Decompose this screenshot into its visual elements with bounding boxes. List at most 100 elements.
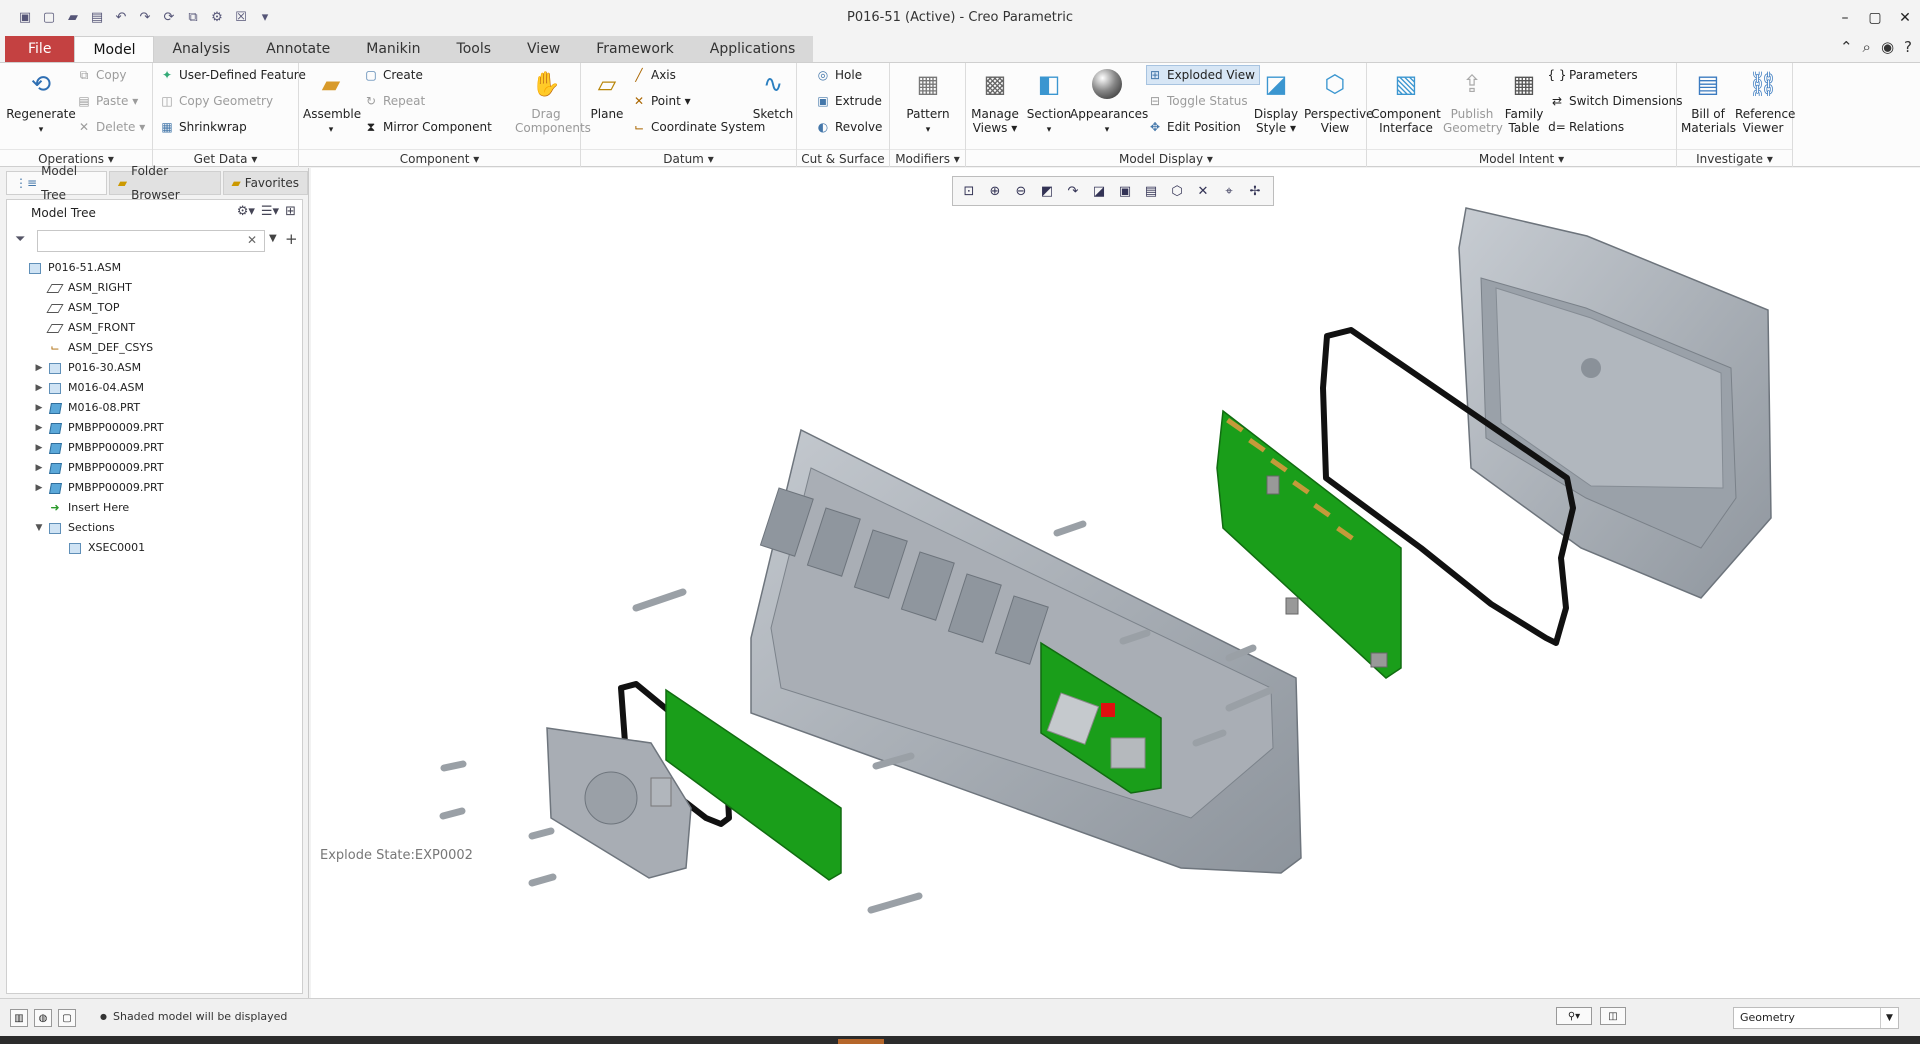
- customize-qat-icon[interactable]: ▾: [254, 7, 276, 29]
- tree-item[interactable]: ASM_TOP: [11, 298, 301, 318]
- coordinate-system-button[interactable]: ⌙ Coordinate System: [631, 117, 765, 137]
- paste-button[interactable]: ▤ Paste ▾: [76, 91, 138, 111]
- tree-item[interactable]: ASM_RIGHT: [11, 278, 301, 298]
- edit-position-button[interactable]: ✥ Edit Position: [1147, 117, 1241, 137]
- axis-button[interactable]: ╱ Axis: [631, 65, 676, 85]
- tab-view[interactable]: View: [509, 36, 579, 62]
- udf-button[interactable]: ✦ User-Defined Feature: [159, 65, 306, 85]
- tree-item[interactable]: ▶ M016-08.PRT: [11, 398, 301, 418]
- tree-settings-icon[interactable]: ⚙▾: [237, 204, 255, 219]
- expand-toggle-icon[interactable]: ▶: [31, 358, 47, 378]
- tab-tools[interactable]: Tools: [438, 36, 510, 62]
- help-icon[interactable]: ?: [1904, 38, 1912, 56]
- perspective-toolbar-icon[interactable]: ⬡: [1167, 181, 1187, 201]
- publish-geometry-button[interactable]: ⇪ Publish Geometry: [1443, 67, 1503, 135]
- tree-item[interactable]: P016-51.ASM: [11, 258, 301, 278]
- expand-toggle-icon[interactable]: ▶: [31, 438, 47, 458]
- section-button[interactable]: ◧ Section ▾: [1024, 67, 1074, 137]
- graphics-viewport[interactable]: ⊡ ⊕ ⊖ ◩ ↷ ◪ ▣ ▤ ⬡ ✕ ⌖ ✢ Explode State:EX…: [311, 168, 1920, 998]
- hole-button[interactable]: ◎ Hole: [815, 65, 862, 85]
- tab-applications[interactable]: Applications: [691, 36, 814, 62]
- tab-analysis[interactable]: Analysis: [154, 36, 249, 62]
- bill-of-materials-button[interactable]: ▤ Bill of Materials: [1681, 67, 1736, 135]
- expand-toggle-icon[interactable]: ▶: [31, 398, 47, 418]
- search-icon[interactable]: ⌕: [1863, 38, 1871, 56]
- tree-item[interactable]: ▶ PMBPP00009.PRT: [11, 478, 301, 498]
- tree-item[interactable]: ⌙ ASM_DEF_CSYS: [11, 338, 301, 358]
- clear-search-icon[interactable]: ✕: [247, 233, 257, 247]
- repaint-icon[interactable]: ◩: [1037, 181, 1057, 201]
- group-label-investigate[interactable]: Investigate ▾: [1677, 149, 1792, 167]
- housing-box[interactable]: [1458, 207, 1772, 599]
- tree-item[interactable]: ASM_FRONT: [11, 318, 301, 338]
- pcb-board-right[interactable]: [1216, 409, 1402, 679]
- group-label-datum[interactable]: Datum ▾: [581, 149, 796, 167]
- toggle-navigator-icon[interactable]: ▥: [10, 1009, 28, 1027]
- expand-toggle-icon[interactable]: ▶: [31, 458, 47, 478]
- tab-favorites[interactable]: ▰ Favorites: [222, 171, 308, 195]
- show-icon[interactable]: ☰▾: [261, 204, 279, 219]
- revolve-button[interactable]: ◐ Revolve: [815, 117, 883, 137]
- tree-item[interactable]: ▶ P016-30.ASM: [11, 358, 301, 378]
- group-label-component[interactable]: Component ▾: [299, 149, 580, 167]
- toggle-status-button[interactable]: ⊟ Toggle Status: [1147, 91, 1248, 111]
- zoom-in-icon[interactable]: ⊕: [985, 181, 1005, 201]
- app-menu-icon[interactable]: ▣: [14, 7, 36, 29]
- sketch-button[interactable]: ∿ Sketch: [751, 67, 795, 121]
- find-icon[interactable]: ⚲▾: [1556, 1007, 1592, 1025]
- expand-toggle-icon[interactable]: ▶: [31, 478, 47, 498]
- filter-icon[interactable]: ⏷: [15, 232, 25, 247]
- selected-items-icon[interactable]: ◫: [1600, 1007, 1626, 1025]
- pattern-button[interactable]: ▦ Pattern ▾: [898, 67, 958, 137]
- refit-icon[interactable]: ⊡: [959, 181, 979, 201]
- regenerate-button[interactable]: ⟲ Regenerate ▾: [6, 67, 76, 137]
- display-style-toolbar-icon[interactable]: ◪: [1089, 181, 1109, 201]
- expand-toggle-icon[interactable]: ▶: [31, 418, 47, 438]
- close-window-icon[interactable]: ☒: [230, 7, 252, 29]
- reorient-icon[interactable]: ↷: [1063, 181, 1083, 201]
- repeat-button[interactable]: ↻ Repeat: [363, 91, 425, 111]
- full-screen-icon[interactable]: ▢: [58, 1009, 76, 1027]
- close-icon[interactable]: ✕: [1890, 0, 1920, 35]
- annotation-display-icon[interactable]: ⌖: [1219, 181, 1239, 201]
- regenerate-qat-icon[interactable]: ⟳: [158, 7, 180, 29]
- regen-icon[interactable]: ⚙: [206, 7, 228, 29]
- save-icon[interactable]: ▤: [86, 7, 108, 29]
- parameters-button[interactable]: { } Parameters: [1547, 65, 1637, 85]
- tree-columns-icon[interactable]: ⊞: [285, 204, 296, 219]
- create-button[interactable]: ▢ Create: [363, 65, 423, 85]
- collapse-ribbon-icon[interactable]: ⌃: [1840, 38, 1853, 56]
- delete-button[interactable]: ✕ Delete ▾: [76, 117, 145, 137]
- toggle-browser-icon[interactable]: ◍: [34, 1009, 52, 1027]
- tab-annotate[interactable]: Annotate: [248, 36, 349, 62]
- tab-folder-browser[interactable]: ▰ Folder Browser: [108, 164, 221, 202]
- view-manager-icon[interactable]: ▤: [1141, 181, 1161, 201]
- selection-filter-dropdown[interactable]: Geometry ▼: [1733, 1007, 1899, 1029]
- group-label-model-display[interactable]: Model Display ▾: [966, 149, 1366, 167]
- minimize-icon[interactable]: –: [1830, 0, 1860, 35]
- search-dropdown-icon[interactable]: ▼: [269, 233, 277, 244]
- add-filter-icon[interactable]: +: [285, 230, 298, 248]
- display-style-button[interactable]: ◪ Display Style ▾: [1248, 67, 1304, 135]
- copy-button[interactable]: ⧉ Copy: [76, 65, 127, 85]
- reference-viewer-button[interactable]: ⛓ Reference Viewer: [1735, 67, 1795, 135]
- relations-button[interactable]: d= Relations: [1548, 117, 1624, 137]
- maximize-icon[interactable]: ▢: [1860, 0, 1890, 35]
- perspective-view-button[interactable]: ⬡ Perspective View: [1304, 67, 1374, 135]
- appearances-button[interactable]: Appearances ▾: [1070, 67, 1148, 137]
- assemble-button[interactable]: ▰ Assemble ▾: [303, 67, 361, 137]
- new-file-icon[interactable]: ▢: [38, 7, 60, 29]
- family-table-button[interactable]: ▦ Family Table: [1499, 67, 1549, 135]
- open-folder-icon[interactable]: ▰: [62, 7, 84, 29]
- tree-item[interactable]: XSEC0001: [11, 538, 301, 558]
- manage-views-button[interactable]: ▩ Manage Views ▾: [968, 67, 1022, 135]
- tree-item[interactable]: ▶ PMBPP00009.PRT: [11, 418, 301, 438]
- windows-icon[interactable]: ⧉: [182, 7, 204, 29]
- exploded-assembly-model[interactable]: [311, 168, 1920, 998]
- tree-item[interactable]: ▶ PMBPP00009.PRT: [11, 458, 301, 478]
- group-label-model-intent[interactable]: Model Intent ▾: [1367, 149, 1676, 167]
- tree-item[interactable]: ▼ Sections: [11, 518, 301, 538]
- tab-model[interactable]: Model: [74, 36, 155, 62]
- tree-item[interactable]: ▶ PMBPP00009.PRT: [11, 438, 301, 458]
- copy-geometry-button[interactable]: ◫ Copy Geometry: [159, 91, 273, 111]
